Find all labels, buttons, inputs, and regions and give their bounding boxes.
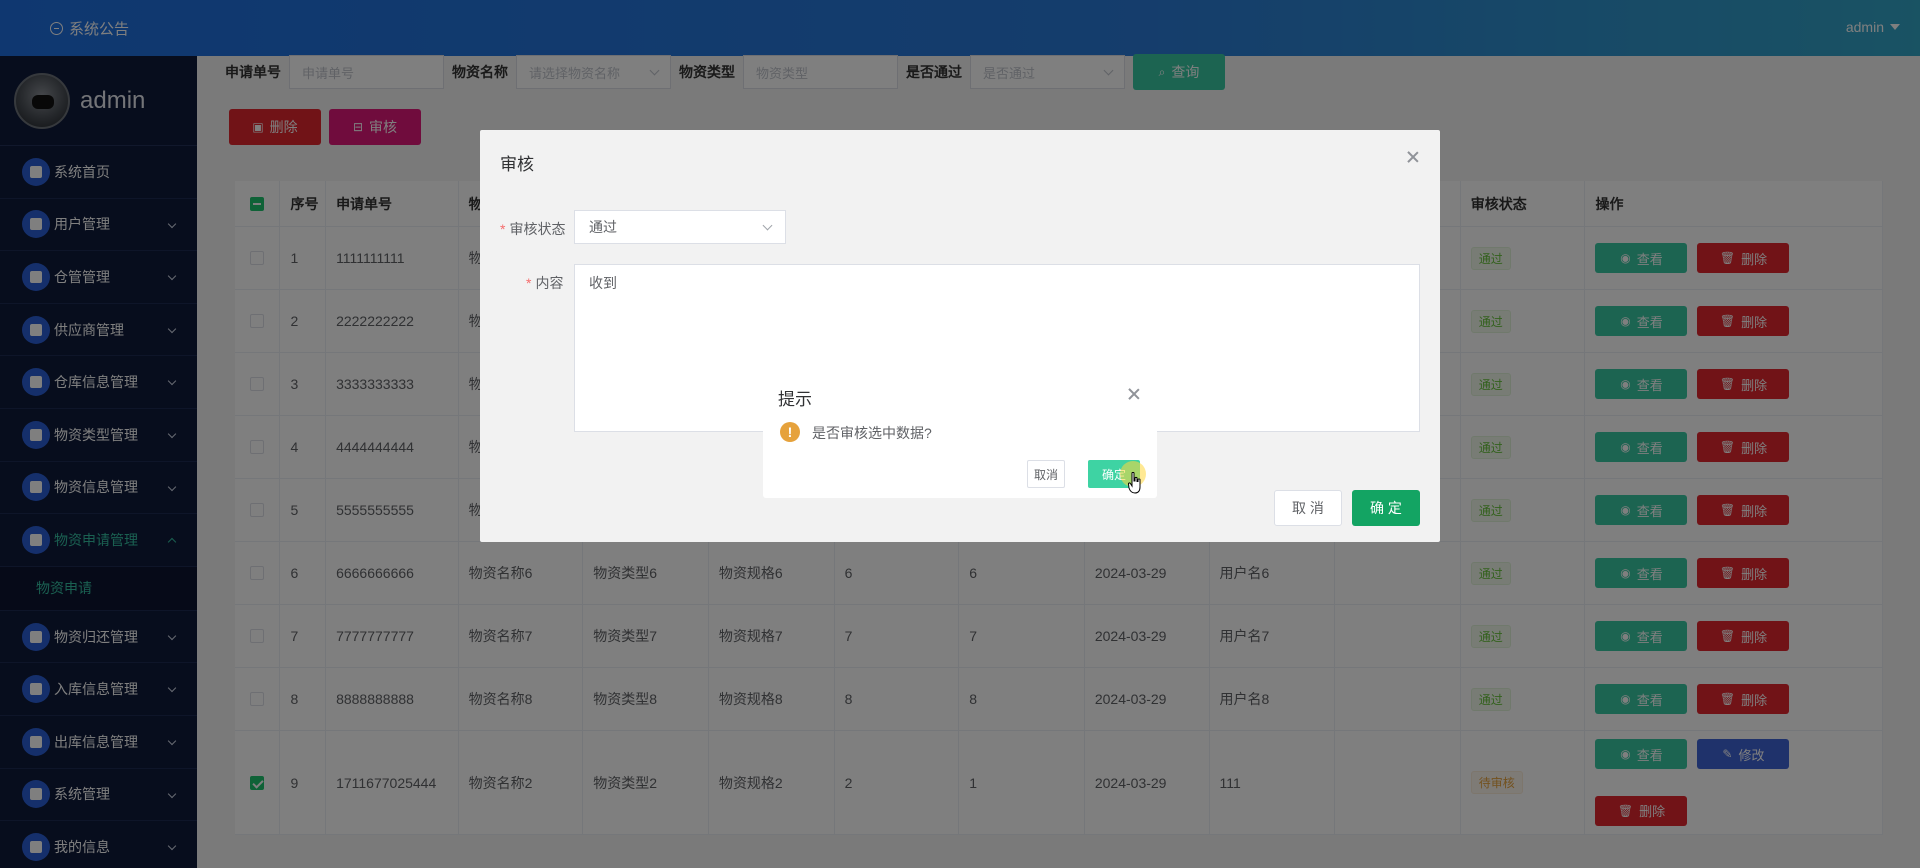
warning-icon: ! bbox=[780, 422, 800, 442]
audit-confirm-button[interactable]: 确 定 bbox=[1352, 490, 1420, 526]
close-icon[interactable] bbox=[1127, 387, 1141, 401]
audit-dialog-title: 审核 bbox=[500, 155, 534, 174]
confirm-message: 是否审核选中数据? bbox=[812, 425, 932, 441]
audit-cancel-button[interactable]: 取 消 bbox=[1274, 490, 1342, 526]
confirm-message-box: 提示 ! 是否审核选中数据? 取消 确定 bbox=[763, 371, 1157, 498]
status-label-text: 审核状态 bbox=[509, 221, 566, 237]
status-label: * 审核状态 bbox=[500, 221, 566, 237]
confirm-cancel-button[interactable]: 取消 bbox=[1027, 460, 1065, 488]
content-label: * 内容 bbox=[526, 275, 564, 291]
hand-cursor-icon bbox=[1128, 472, 1141, 494]
content-label-text: 内容 bbox=[535, 275, 564, 291]
status-select[interactable]: 通过 bbox=[574, 210, 786, 244]
close-icon[interactable] bbox=[1406, 150, 1420, 164]
confirm-title: 提示 bbox=[778, 390, 812, 409]
